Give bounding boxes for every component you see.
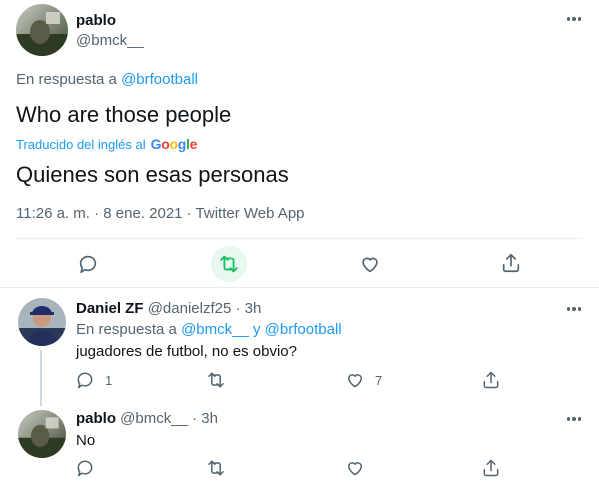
reply-header: pablo @bmck__ · 3h <box>76 410 218 427</box>
reply-header: Daniel ZF @danielzf25 · 3h <box>76 300 261 317</box>
like-icon <box>345 370 365 390</box>
reply-prefix: En respuesta a <box>76 321 177 338</box>
share-icon <box>481 458 501 478</box>
thread-line <box>40 350 42 406</box>
tweet-meta: 11:26 a. m. · 8 ene. 2021 · Twitter Web … <box>16 205 305 222</box>
reply-conjunction: y <box>253 321 261 338</box>
display-name[interactable]: Daniel ZF <box>76 300 144 317</box>
retweet-button[interactable] <box>206 458 226 478</box>
translated-label: Traducido del inglés al <box>16 136 146 152</box>
like-count: 7 <box>375 372 383 388</box>
like-icon[interactable] <box>359 253 381 275</box>
retweet-icon <box>206 370 226 390</box>
reply-button[interactable]: 1 <box>75 370 112 390</box>
timestamp[interactable]: 3h <box>245 300 262 317</box>
handle[interactable]: @bmck__ <box>120 410 188 427</box>
reply-prefix: En respuesta a <box>16 71 117 88</box>
share-button[interactable] <box>481 458 501 478</box>
reply-icon <box>75 458 95 478</box>
retweet-icon <box>218 253 240 275</box>
share-icon <box>481 370 501 390</box>
separator: · <box>235 300 241 317</box>
reply-context: En respuesta a @bmck__ y @brfootball <box>76 321 342 338</box>
translation-text: Quienes son esas personas <box>16 162 289 187</box>
reply-to-link[interactable]: @bmck__ <box>181 321 249 338</box>
divider <box>0 287 599 288</box>
like-button[interactable]: 7 <box>345 370 382 390</box>
more-options-icon[interactable] <box>564 414 584 424</box>
reply-icon[interactable] <box>77 253 99 275</box>
avatar[interactable] <box>16 4 68 56</box>
reply-context: En respuesta a @brfootball <box>16 71 198 88</box>
reply-count: 1 <box>105 372 113 388</box>
more-options-icon[interactable] <box>564 14 584 24</box>
reply-button[interactable] <box>75 458 95 478</box>
reply-to-link[interactable]: @brfootball <box>265 321 342 338</box>
handle[interactable]: @bmck__ <box>76 32 144 49</box>
tweet-text: No <box>76 432 96 449</box>
handle[interactable]: @danielzf25 <box>148 300 232 317</box>
share-icon[interactable] <box>500 252 522 274</box>
retweet-button[interactable] <box>206 370 226 390</box>
display-name[interactable]: pablo <box>76 410 116 427</box>
display-name[interactable]: pablo <box>76 12 116 29</box>
retweet-icon <box>206 458 226 478</box>
more-options-icon[interactable] <box>564 304 584 314</box>
reply-to-link[interactable]: @brfootball <box>121 71 198 88</box>
like-button[interactable] <box>345 458 365 478</box>
tweet-text: jugadores de futbol, no es obvio? <box>76 343 297 360</box>
retweet-button[interactable] <box>211 246 247 282</box>
google-logo: Google <box>150 136 198 152</box>
avatar[interactable] <box>18 298 66 346</box>
avatar[interactable] <box>18 410 66 458</box>
divider <box>16 238 583 239</box>
like-icon <box>345 458 365 478</box>
separator: · <box>192 410 198 427</box>
translation-attribution: Traducido del inglés al Google <box>16 136 197 152</box>
share-button[interactable] <box>481 370 501 390</box>
tweet-text: Who are those people <box>16 102 232 127</box>
timestamp[interactable]: 3h <box>201 410 218 427</box>
reply-icon <box>75 370 95 390</box>
